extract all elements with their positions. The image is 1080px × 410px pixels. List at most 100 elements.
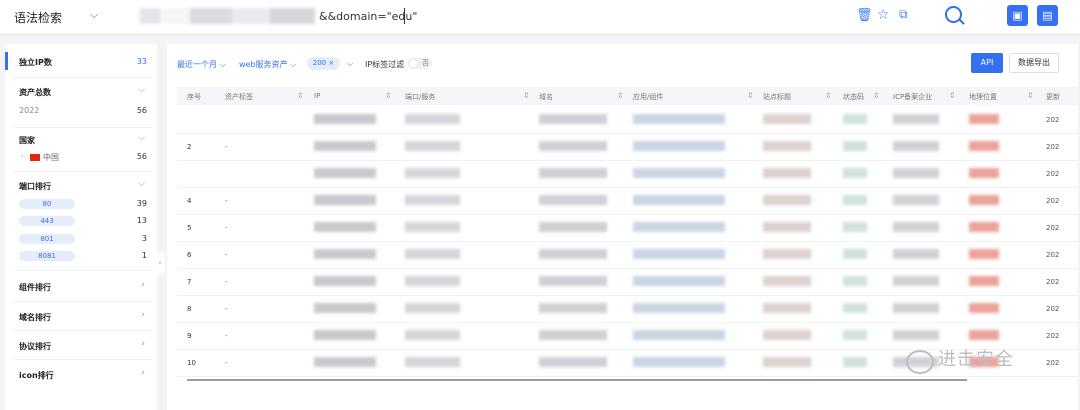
sidebar: 独立IP数 33 资产总数 ⌵ 2022 56 国家 ⌵ › 中国 56 端口排… bbox=[5, 44, 157, 410]
watermark: 进击安全 bbox=[938, 349, 1014, 370]
redacted-cell bbox=[314, 276, 376, 286]
sidebar-item-asset-total[interactable]: 资产总数 ⌵ 2022 56 bbox=[5, 78, 157, 126]
trash-icon[interactable]: 🗑 bbox=[856, 8, 873, 23]
column-header: 资产标签 bbox=[225, 93, 253, 101]
update-cell: 202 bbox=[1046, 170, 1060, 178]
sidebar-item-country[interactable]: 国家 ⌵ › 中国 56 bbox=[5, 128, 157, 168]
chevron-down-icon[interactable]: ⌵ bbox=[347, 59, 353, 69]
redacted-cell bbox=[633, 249, 725, 259]
port-pill[interactable]: 443 bbox=[19, 216, 75, 226]
redacted-cell bbox=[969, 249, 999, 259]
sort-icon[interactable]: ⇕ bbox=[747, 91, 754, 100]
port-pill[interactable]: 8081 bbox=[19, 251, 75, 261]
sidebar-item-icon-rank[interactable]: icon排行 › bbox=[5, 360, 157, 389]
ip-filter-toggle[interactable]: 否 bbox=[408, 58, 432, 69]
redacted-cell bbox=[633, 276, 725, 286]
table-row[interactable]: 8 - 202 bbox=[177, 295, 1078, 323]
chevron-down-icon[interactable]: ⌵ bbox=[138, 133, 145, 143]
redacted-cell bbox=[763, 222, 811, 232]
notes-button[interactable]: ▤ bbox=[1037, 5, 1058, 26]
redacted-cell bbox=[893, 249, 939, 259]
redacted-cell bbox=[763, 195, 811, 205]
horizontal-scrollbar[interactable] bbox=[187, 379, 967, 381]
update-cell: 202 bbox=[1046, 143, 1060, 151]
redacted-cell bbox=[843, 276, 867, 286]
sidebar-item-domain-rank[interactable]: 域名排行 › bbox=[5, 302, 157, 331]
redacted-cell bbox=[633, 357, 725, 367]
redacted-cell bbox=[539, 249, 607, 259]
redacted-cell bbox=[763, 330, 811, 340]
redacted-cell bbox=[405, 276, 460, 286]
redacted-cell bbox=[763, 168, 811, 178]
sort-icon[interactable]: ⇕ bbox=[385, 91, 392, 100]
api-button[interactable]: API bbox=[971, 53, 1003, 73]
chevron-right-icon[interactable]: › bbox=[141, 368, 145, 378]
chevron-right-icon[interactable]: › bbox=[21, 152, 24, 160]
search-bar: 语法检索 ⌵ &&domain="edu" 🗑 ☆ ⧉ ▣ ▤ bbox=[0, 0, 1080, 35]
chevron-down-icon[interactable]: ⌵ bbox=[138, 179, 145, 189]
sort-icon[interactable]: ⇕ bbox=[1027, 91, 1034, 100]
chevron-right-icon[interactable]: › bbox=[141, 339, 145, 349]
sort-icon[interactable]: ⇕ bbox=[617, 91, 624, 100]
chevron-right-icon[interactable]: › bbox=[141, 310, 145, 320]
table-header: 序号 资产标签 ⇕ IP ⇕ 端口/服务 ⇕ 域名 ⇕ 应用/组件 ⇕ 站点标题… bbox=[177, 87, 1078, 105]
asset-type-filter[interactable]: web服务资产 ⌵ bbox=[239, 59, 296, 70]
redacted-cell bbox=[893, 276, 939, 286]
sort-icon[interactable]: ⇕ bbox=[523, 91, 530, 100]
redacted-cell bbox=[539, 276, 607, 286]
redacted-cell bbox=[969, 114, 999, 124]
table-row[interactable]: 4 - 202 bbox=[177, 187, 1078, 215]
search-input[interactable]: &&domain="edu" bbox=[319, 10, 417, 23]
chevron-down-icon[interactable]: ⌵ bbox=[90, 8, 98, 22]
table-row[interactable]: 202 bbox=[177, 160, 1078, 188]
asset-tag-cell: - bbox=[225, 224, 228, 232]
redacted-cell bbox=[314, 249, 376, 259]
search-icon[interactable] bbox=[945, 6, 962, 23]
copy-icon[interactable]: ⧉ bbox=[899, 7, 908, 22]
star-icon[interactable]: ☆ bbox=[877, 7, 890, 23]
redacted-cell bbox=[893, 168, 939, 178]
redacted-cell bbox=[633, 222, 725, 232]
update-cell: 202 bbox=[1046, 224, 1060, 232]
table-row[interactable]: 6 - 202 bbox=[177, 241, 1078, 269]
column-header: 域名 bbox=[539, 93, 553, 101]
country-china[interactable]: 中国 bbox=[30, 152, 59, 163]
table-row[interactable]: 202 bbox=[177, 106, 1078, 134]
update-cell: 202 bbox=[1046, 116, 1060, 124]
row-number: 8 bbox=[187, 305, 192, 313]
table-row[interactable]: 7 - 202 bbox=[177, 268, 1078, 296]
redacted-cell bbox=[314, 330, 376, 340]
sidebar-item-port-rank[interactable]: 端口排行 ⌵ 80 39 443 13 801 3 8081 1 bbox=[5, 172, 157, 270]
search-mode-select[interactable]: 语法检索 bbox=[14, 9, 62, 26]
table-row[interactable]: 5 - 202 bbox=[177, 214, 1078, 242]
redacted-cell bbox=[539, 141, 607, 151]
active-indicator bbox=[5, 52, 8, 70]
redacted-cell bbox=[405, 114, 460, 124]
column-header: 状态码 bbox=[843, 93, 864, 101]
chevron-right-icon[interactable]: › bbox=[141, 280, 145, 290]
redacted-cell bbox=[969, 303, 999, 313]
sidebar-item-component-rank[interactable]: 组件排行 › bbox=[5, 271, 157, 300]
table-row[interactable]: 2 - 202 bbox=[177, 133, 1078, 161]
sort-icon[interactable]: ⇕ bbox=[825, 91, 832, 100]
sidebar-item-unique-ip[interactable]: 独立IP数 33 bbox=[5, 44, 157, 76]
row-number: 2 bbox=[187, 143, 192, 151]
port-pill[interactable]: 801 bbox=[19, 234, 75, 244]
export-button[interactable]: 数据导出 bbox=[1009, 53, 1059, 73]
profile-button[interactable]: ▣ bbox=[1007, 5, 1028, 26]
sidebar-item-protocol-rank[interactable]: 协议排行 › bbox=[5, 331, 157, 360]
redacted-cell bbox=[843, 249, 867, 259]
redacted-cell bbox=[843, 222, 867, 232]
collapse-sidebar-button[interactable]: ‹ bbox=[155, 252, 165, 274]
redacted-cell bbox=[633, 330, 725, 340]
redacted-cell bbox=[314, 195, 376, 205]
sort-icon[interactable]: ⇕ bbox=[949, 91, 956, 100]
time-filter[interactable]: 最近一个月 ⌵ bbox=[177, 59, 226, 70]
chevron-down-icon[interactable]: ⌵ bbox=[138, 85, 145, 95]
status-tag[interactable]: 200 × bbox=[307, 57, 340, 70]
update-cell: 202 bbox=[1046, 359, 1060, 367]
sort-icon[interactable]: ⇕ bbox=[297, 91, 304, 100]
sort-icon[interactable]: ⇕ bbox=[873, 91, 880, 100]
redacted-cell bbox=[969, 330, 999, 340]
port-pill[interactable]: 80 bbox=[19, 199, 75, 209]
